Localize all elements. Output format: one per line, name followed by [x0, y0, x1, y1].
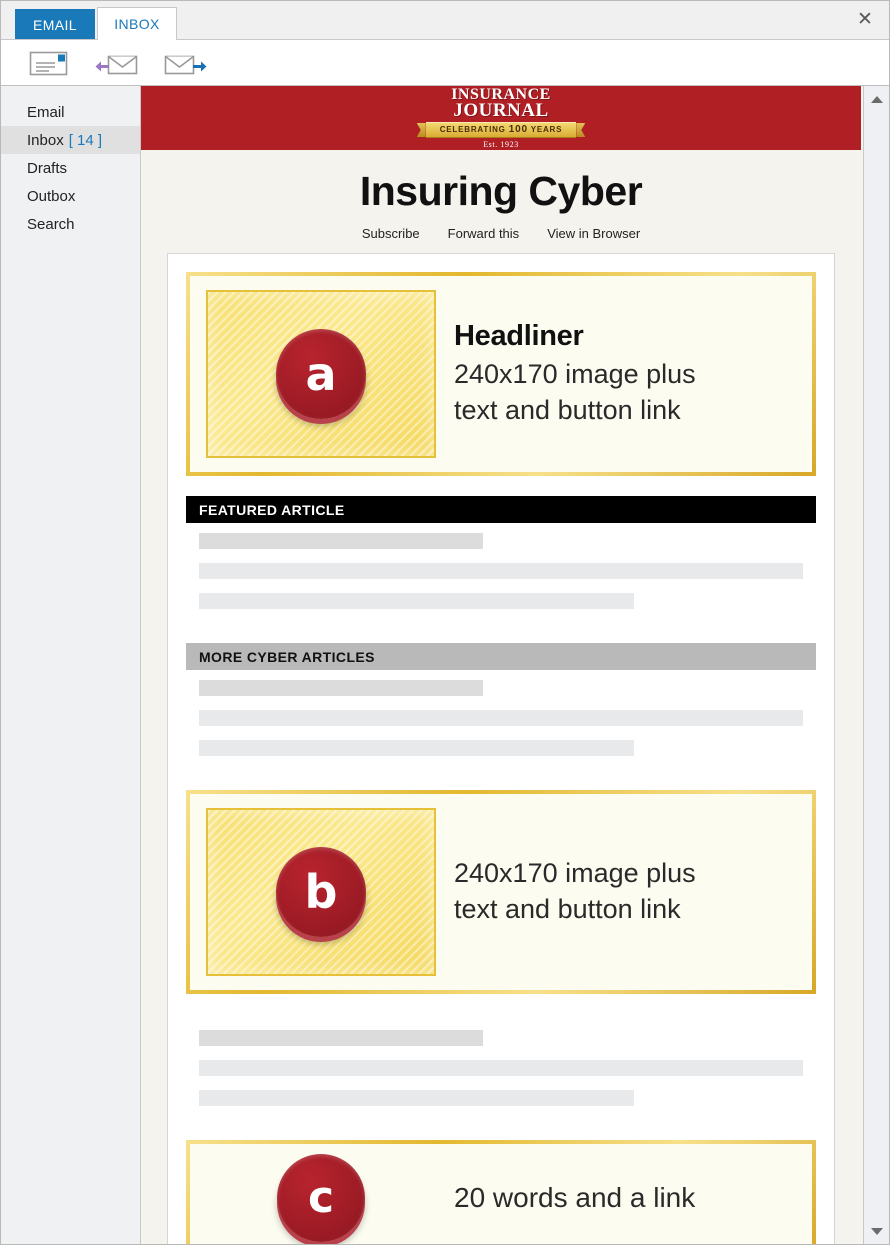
sidebar-item-drafts-label: Drafts: [27, 159, 68, 177]
reply-button[interactable]: [93, 46, 141, 80]
ribbon-post: YEARS: [527, 125, 563, 134]
featured-article-placeholder[interactable]: [186, 523, 816, 629]
forward-icon: [164, 55, 207, 74]
newsletter-body: INSURANCE JOURNAL CELEBRATING 100 YEARS …: [141, 86, 889, 1244]
promo-b-image-placeholder: b: [206, 808, 436, 976]
promo-c-badge: c: [277, 1154, 365, 1242]
sidebar-item-drafts[interactable]: Drafts: [1, 154, 140, 182]
promo-a-image-placeholder: a: [206, 290, 436, 458]
section-banner-featured: FEATURED ARTICLE: [186, 496, 816, 523]
promo-b-text: 240x170 image plus text and button link: [454, 856, 796, 927]
placeholder-bar: [199, 1030, 483, 1046]
promo-b-badge: b: [276, 847, 366, 937]
tab-inbox-label: INBOX: [114, 15, 160, 32]
promo-a-body-line-1: 240x170 image plus: [454, 358, 696, 389]
subscribe-link[interactable]: Subscribe: [362, 226, 420, 241]
placeholder-bar: [199, 680, 483, 696]
placeholder-bar: [199, 1090, 634, 1106]
sidebar-item-inbox[interactable]: Inbox [ 14 ]: [1, 126, 140, 154]
chevron-up-icon: [870, 95, 883, 103]
sidebar-item-inbox-label: Inbox: [27, 131, 64, 149]
more-articles-placeholder[interactable]: [186, 670, 816, 776]
message-viewer: INSURANCE JOURNAL CELEBRATING 100 YEARS …: [141, 86, 889, 1244]
view-in-browser-link[interactable]: View in Browser: [547, 226, 640, 241]
forward-button[interactable]: [161, 46, 209, 80]
additional-articles-placeholder[interactable]: [186, 1020, 816, 1126]
newsletter-content-card: a Headliner 240x170 image plus text and …: [167, 253, 835, 1244]
promo-a-body-line-2: text and button link: [454, 394, 681, 425]
section-banner-featured-label: FEATURED ARTICLE: [199, 501, 345, 518]
logo-line-2: JOURNAL: [453, 100, 549, 121]
promo-b-body-line-1: 240x170 image plus: [454, 858, 696, 889]
newsletter-links: Subscribe Forward this View in Browser: [141, 226, 861, 241]
sidebar: Email Inbox [ 14 ] Drafts Outbox Search: [1, 86, 141, 1244]
sidebar-item-email[interactable]: Email: [1, 98, 140, 126]
promo-block-a[interactable]: a Headliner 240x170 image plus text and …: [186, 272, 816, 476]
email-client-window: EMAIL INBOX ✕ Email Inbox [14] Drafts …: [0, 0, 890, 1245]
main-body: Email Inbox [ 14 ] Drafts Outbox Search: [1, 86, 889, 1244]
section-banner-more-cyber-label: MORE CYBER ARTICLES: [199, 648, 375, 665]
scroll-down-button[interactable]: [864, 1218, 889, 1244]
tab-inbox[interactable]: INBOX: [97, 7, 177, 40]
placeholder-bar: [199, 1060, 803, 1076]
promo-a-badge: a: [276, 329, 366, 419]
promo-block-b[interactable]: b 240x170 image plus text and button lin…: [186, 790, 816, 994]
page-title: Insuring Cyber: [359, 168, 643, 214]
ribbon-number: 100: [508, 124, 528, 135]
sidebar-item-search[interactable]: Search: [1, 210, 140, 238]
promo-block-c[interactable]: c 20 words and a link: [186, 1140, 816, 1244]
placeholder-bar: [199, 593, 634, 609]
tab-email-label: EMAIL: [32, 16, 77, 33]
close-icon[interactable]: ✕: [849, 5, 881, 33]
newsletter-header: Insuring Cyber Subscribe Forward this Vi…: [141, 150, 861, 253]
promo-a-headline: Headliner: [454, 319, 584, 352]
scroll-up-button[interactable]: [864, 86, 889, 112]
toolbar: [1, 40, 889, 86]
promo-c-badge-wrap: c: [206, 1154, 436, 1242]
inbox-unread-count: [ 14 ]: [68, 131, 103, 149]
tab-email[interactable]: EMAIL: [15, 9, 95, 39]
promo-c-body: 20 words and a link: [454, 1181, 696, 1213]
reply-icon: [95, 55, 138, 74]
promo-b-body-line-2: text and button link: [454, 894, 681, 924]
section-banner-more-cyber: MORE CYBER ARTICLES: [186, 643, 816, 670]
promo-a-text: Headliner 240x170 image plus text and bu…: [454, 320, 796, 428]
forward-this-link[interactable]: Forward this: [448, 226, 520, 241]
anniversary-ribbon: CELEBRATING 100 YEARS: [425, 122, 577, 138]
insurance-journal-logo: INSURANCE JOURNAL CELEBRATING 100 YEARS …: [425, 87, 577, 149]
placeholder-bar: [199, 563, 803, 579]
sidebar-item-outbox[interactable]: Outbox: [1, 182, 140, 210]
sidebar-item-email-label: Email: [27, 103, 65, 121]
tab-bar: EMAIL INBOX ✕: [1, 1, 889, 40]
vertical-scrollbar[interactable]: [863, 86, 889, 1244]
new-message-button[interactable]: [25, 46, 73, 80]
placeholder-bar: [199, 740, 634, 756]
ribbon-pre: CELEBRATING: [439, 125, 509, 134]
new-message-icon: [29, 51, 68, 75]
scrollbar-track[interactable]: [864, 112, 889, 1218]
chevron-down-icon: [870, 1227, 883, 1235]
sidebar-item-outbox-label: Outbox: [27, 187, 76, 205]
placeholder-bar: [199, 533, 483, 549]
sidebar-item-search-label: Search: [27, 215, 75, 233]
promo-c-text: 20 words and a link: [454, 1180, 796, 1217]
masthead: INSURANCE JOURNAL CELEBRATING 100 YEARS …: [141, 86, 861, 150]
established-text: Est. 1923: [483, 140, 519, 149]
placeholder-bar: [199, 710, 803, 726]
